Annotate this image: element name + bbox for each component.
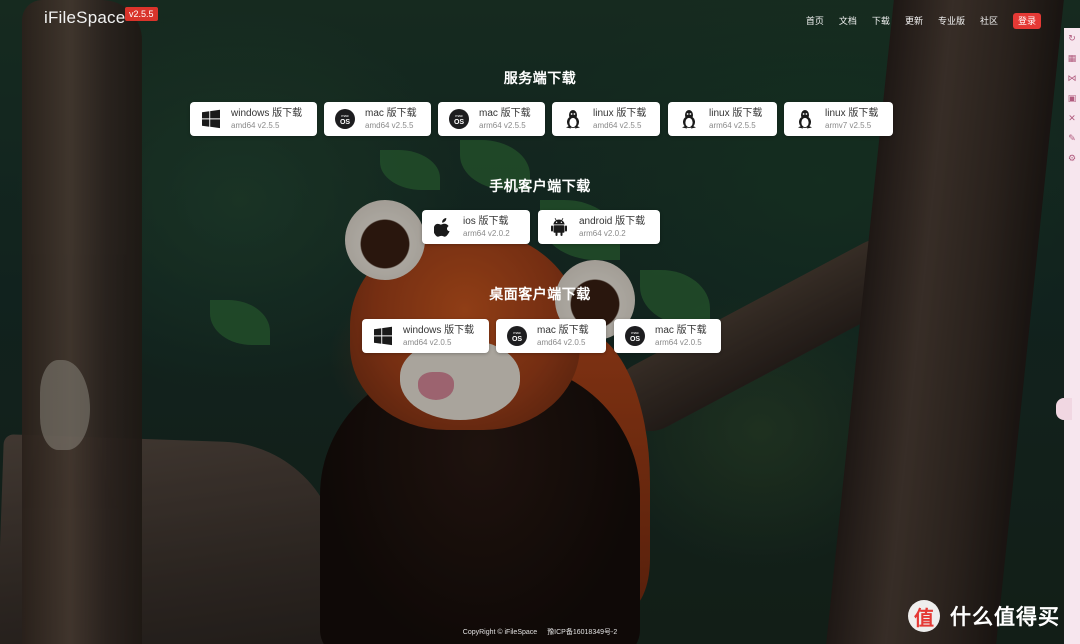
nav-item-updates[interactable]: 更新 [905, 15, 923, 27]
close-icon[interactable]: ✕ [1064, 108, 1080, 128]
refresh-icon[interactable]: ↻ [1064, 28, 1080, 48]
macos-icon-text: mac [513, 330, 521, 335]
button-sublabel: arm64 v2.0.5 [655, 337, 702, 347]
macos-icon-text: OS [511, 336, 523, 343]
macos-icon-text: mac [631, 330, 639, 335]
macos-icon: mac OS [624, 325, 646, 347]
button-label: android 版下载 [579, 215, 646, 227]
server-mac-amd64-button[interactable]: mac OS mac 版下载 amd64 v2.5.5 [324, 102, 431, 136]
settings-icon[interactable]: ⚙ [1064, 148, 1080, 168]
button-sublabel: amd64 v2.5.5 [231, 120, 280, 130]
browser-side-panel: ↻ ▦ ⋈ ▣ ✕ ✎ ⚙ [1064, 28, 1080, 644]
button-sublabel: amd64 v2.5.5 [365, 120, 414, 130]
side-panel-handle[interactable] [1056, 398, 1072, 420]
button-label: windows 版下载 [403, 324, 475, 336]
button-label: windows 版下载 [231, 107, 303, 119]
macos-icon-text: OS [629, 336, 641, 343]
edit-icon[interactable]: ✎ [1064, 128, 1080, 148]
macos-icon: mac OS [448, 108, 470, 130]
desktop-section-title: 桌面客户端下载 [489, 286, 591, 302]
mobile-ios-button[interactable]: ios 版下载 arm64 v2.0.2 [422, 210, 530, 244]
apps-icon[interactable]: ▣ [1064, 88, 1080, 108]
button-sublabel: amd64 v2.5.5 [593, 120, 642, 130]
mobile-android-button[interactable]: android 版下载 arm64 v2.0.2 [538, 210, 660, 244]
login-button[interactable]: 登录 [1012, 13, 1041, 29]
linux-icon [562, 108, 584, 130]
desktop-mac-arm64-button[interactable]: mac OS mac 版下载 arm64 v2.0.5 [614, 319, 721, 353]
grid-icon[interactable]: ▦ [1064, 48, 1080, 68]
server-linux-amd64-button[interactable]: linux 版下载 amd64 v2.5.5 [552, 102, 660, 136]
button-label: ios 版下载 [463, 215, 509, 227]
watermark-logo-icon: 值 [908, 600, 940, 632]
nav-item-home[interactable]: 首页 [806, 15, 824, 27]
server-linux-arm64-button[interactable]: linux 版下载 arm64 v2.5.5 [668, 102, 777, 136]
button-sublabel: armv7 v2.5.5 [825, 120, 872, 130]
server-mac-arm64-button[interactable]: mac OS mac 版下载 arm64 v2.5.5 [438, 102, 545, 136]
watermark-text: 什么值得买 [950, 606, 1060, 629]
button-label: mac 版下载 [537, 324, 589, 336]
nav-item-community[interactable]: 社区 [980, 15, 998, 27]
button-sublabel: arm64 v2.0.2 [463, 228, 510, 238]
nav-item-pro[interactable]: 专业版 [938, 15, 965, 27]
app-logo[interactable]: iFileSpace [44, 8, 125, 28]
desktop-mac-amd64-button[interactable]: mac OS mac 版下载 amd64 v2.0.5 [496, 319, 606, 353]
site-watermark: 值 什么值得买 [908, 600, 1060, 632]
button-sublabel: arm64 v2.0.2 [579, 228, 626, 238]
windows-icon [372, 325, 394, 347]
button-label: mac 版下载 [365, 107, 417, 119]
button-sublabel: amd64 v2.0.5 [403, 337, 452, 347]
macos-icon-text: OS [453, 119, 465, 126]
apple-icon [432, 216, 454, 238]
macos-icon-text: mac [341, 113, 349, 118]
button-sublabel: arm64 v2.5.5 [709, 120, 756, 130]
server-section-title: 服务端下载 [503, 70, 577, 86]
button-label: mac 版下载 [479, 107, 531, 119]
version-badge: v2.5.5 [125, 7, 158, 21]
server-windows-amd64-button[interactable]: windows 版下载 amd64 v2.5.5 [190, 102, 317, 136]
button-sublabel: amd64 v2.0.5 [537, 337, 586, 347]
button-label: linux 版下载 [709, 107, 763, 119]
windows-icon [200, 108, 222, 130]
macos-icon: mac OS [334, 108, 356, 130]
button-label: mac 版下载 [655, 324, 707, 336]
top-header: iFileSpace v2.5.5 首页 文档 下载 更新 专业版 社区 登录 [0, 0, 1080, 40]
macos-icon: mac OS [506, 325, 528, 347]
footer-copyright: CopyRight © iFileSpace [462, 629, 538, 636]
macos-icon-text: OS [339, 119, 351, 126]
main-nav: 首页 文档 下载 更新 专业版 社区 登录 [791, 13, 1041, 29]
macos-icon-text: mac [455, 113, 463, 118]
button-sublabel: arm64 v2.5.5 [479, 120, 526, 130]
nav-item-docs[interactable]: 文档 [839, 15, 857, 27]
server-linux-armv7-button[interactable]: linux 版下载 armv7 v2.5.5 [784, 102, 893, 136]
nav-item-download[interactable]: 下载 [872, 15, 890, 27]
mobile-section-title: 手机客户端下载 [489, 178, 591, 194]
linux-icon [794, 108, 816, 130]
button-label: linux 版下载 [825, 107, 879, 119]
android-icon [548, 216, 570, 238]
linux-icon [678, 108, 700, 130]
button-label: linux 版下载 [593, 107, 647, 119]
footer-icp-link[interactable]: 豫ICP备16018349号-2 [547, 629, 617, 636]
desktop-windows-amd64-button[interactable]: windows 版下载 amd64 v2.0.5 [362, 319, 489, 353]
